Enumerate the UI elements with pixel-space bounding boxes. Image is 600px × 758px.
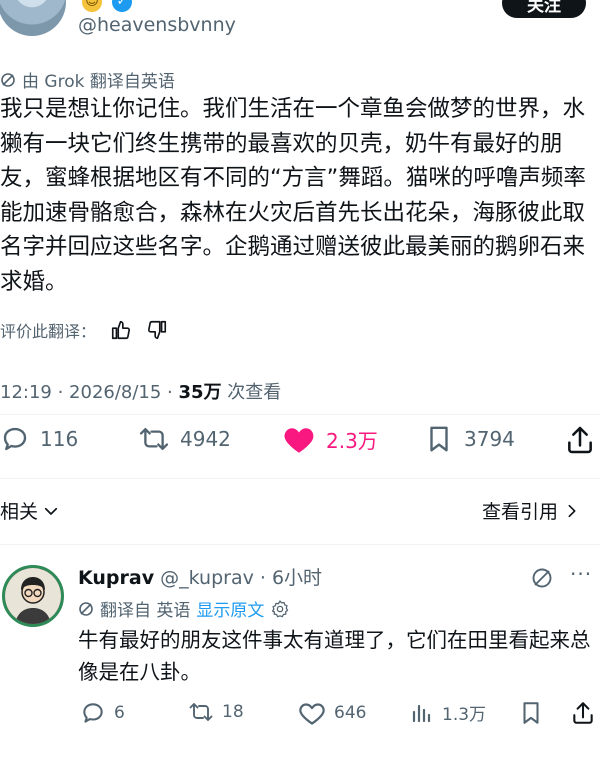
related-dropdown[interactable]: 相关 xyxy=(0,497,60,524)
author-avatar[interactable] xyxy=(0,0,66,36)
translation-note: 由 Grok 翻译自英语 xyxy=(0,67,175,92)
reply-button[interactable]: 116 xyxy=(0,424,78,454)
like-count: 2.3万 xyxy=(326,428,378,453)
reply-repost-button[interactable]: 18 xyxy=(188,700,244,724)
reply-repost-count: 18 xyxy=(222,702,244,722)
grok-icon xyxy=(79,601,93,616)
share-icon xyxy=(573,702,593,724)
verified-icon: ✓ xyxy=(112,0,132,12)
reply-icon xyxy=(83,703,103,723)
reply-count: 116 xyxy=(40,427,79,451)
divider xyxy=(0,414,600,415)
bookmark-button[interactable]: 3794 xyxy=(424,424,515,454)
reply-reply-button[interactable]: 6 xyxy=(80,700,125,726)
avatar-illustration xyxy=(5,568,61,624)
thumbs-down-icon[interactable] xyxy=(146,319,168,341)
related-label: 相关 xyxy=(0,501,39,523)
translation-note-text: 由 Grok 翻译自英语 xyxy=(22,72,175,92)
chevron-down-icon xyxy=(44,507,58,515)
repost-icon xyxy=(189,703,213,721)
view-quotes-link[interactable]: 查看引用 xyxy=(482,497,580,524)
reply-body: 牛有最好的朋友这件事太有道理了，它们在田里看起来总像是在八卦。 xyxy=(78,628,591,684)
reply-actions: 6 18 646 1.3万 xyxy=(0,700,600,730)
gear-icon[interactable] xyxy=(270,599,290,619)
reply-translation-text: 翻译自 英语 xyxy=(100,601,191,621)
reply-views-button[interactable]: 1.3万 xyxy=(410,700,486,725)
rate-translation-label: 评价此翻译： xyxy=(0,322,97,341)
views-icon xyxy=(412,704,431,722)
repost-count: 4942 xyxy=(180,427,231,451)
like-button[interactable]: 2.3万 xyxy=(282,424,378,454)
bookmark-icon xyxy=(523,702,539,724)
views-count: 35万 xyxy=(178,382,222,403)
chevron-right-icon xyxy=(568,504,576,517)
show-original-link[interactable]: 显示原文 xyxy=(196,596,264,621)
reply-views-count: 1.3万 xyxy=(442,705,487,725)
post-timestamp: 12:19 · 2026/8/15 · xyxy=(0,382,179,403)
heart-filled-icon xyxy=(284,428,314,453)
reply-like-button[interactable]: 646 xyxy=(298,700,366,726)
grok-translate-off-icon[interactable] xyxy=(530,566,554,594)
rate-translation: 评价此翻译： xyxy=(0,318,168,342)
share-button[interactable] xyxy=(564,424,596,456)
post-body: 我只是想让你记住。我们生活在一个章鱼会做梦的世界，水獭有一块它们终生携带的最喜欢… xyxy=(0,96,586,295)
author-handle[interactable]: @heavensbvnny xyxy=(78,14,236,36)
reply-icon xyxy=(3,427,27,451)
views-label: 次查看 xyxy=(221,382,282,403)
view-quotes-label: 查看引用 xyxy=(482,501,559,523)
repost-icon xyxy=(139,427,169,451)
reply-handle-time[interactable]: @_kuprav · 6小时 xyxy=(154,567,322,589)
divider xyxy=(0,544,600,545)
heart-icon xyxy=(299,703,325,725)
reply-header: Kuprav @_kuprav · 6小时 xyxy=(78,563,322,590)
bookmark-count: 3794 xyxy=(464,427,515,451)
reply-translation-note: 翻译自 英语 显示原文 xyxy=(78,596,290,621)
reply-avatar[interactable] xyxy=(2,565,64,627)
reply-like-count: 646 xyxy=(334,703,367,723)
reply-reply-count: 6 xyxy=(114,703,125,723)
follow-button[interactable]: 关注 xyxy=(502,0,586,18)
reply-share-button[interactable] xyxy=(570,700,596,726)
share-icon xyxy=(568,426,592,454)
reply-author-name[interactable]: Kuprav xyxy=(78,567,154,589)
bookmark-icon xyxy=(430,426,448,452)
emoji-badge-icon: ☺ xyxy=(82,0,102,12)
grok-icon xyxy=(1,72,15,87)
post-actions: 116 4942 2.3万 3794 xyxy=(0,424,600,464)
more-options-icon[interactable]: ··· xyxy=(570,562,592,586)
reply-bookmark-button[interactable] xyxy=(518,700,544,726)
divider xyxy=(0,478,600,479)
repost-button[interactable]: 4942 xyxy=(138,424,231,454)
thumbs-up-icon[interactable] xyxy=(110,319,132,341)
post-meta: 12:19 · 2026/8/15 · 35万 次查看 xyxy=(0,378,281,404)
